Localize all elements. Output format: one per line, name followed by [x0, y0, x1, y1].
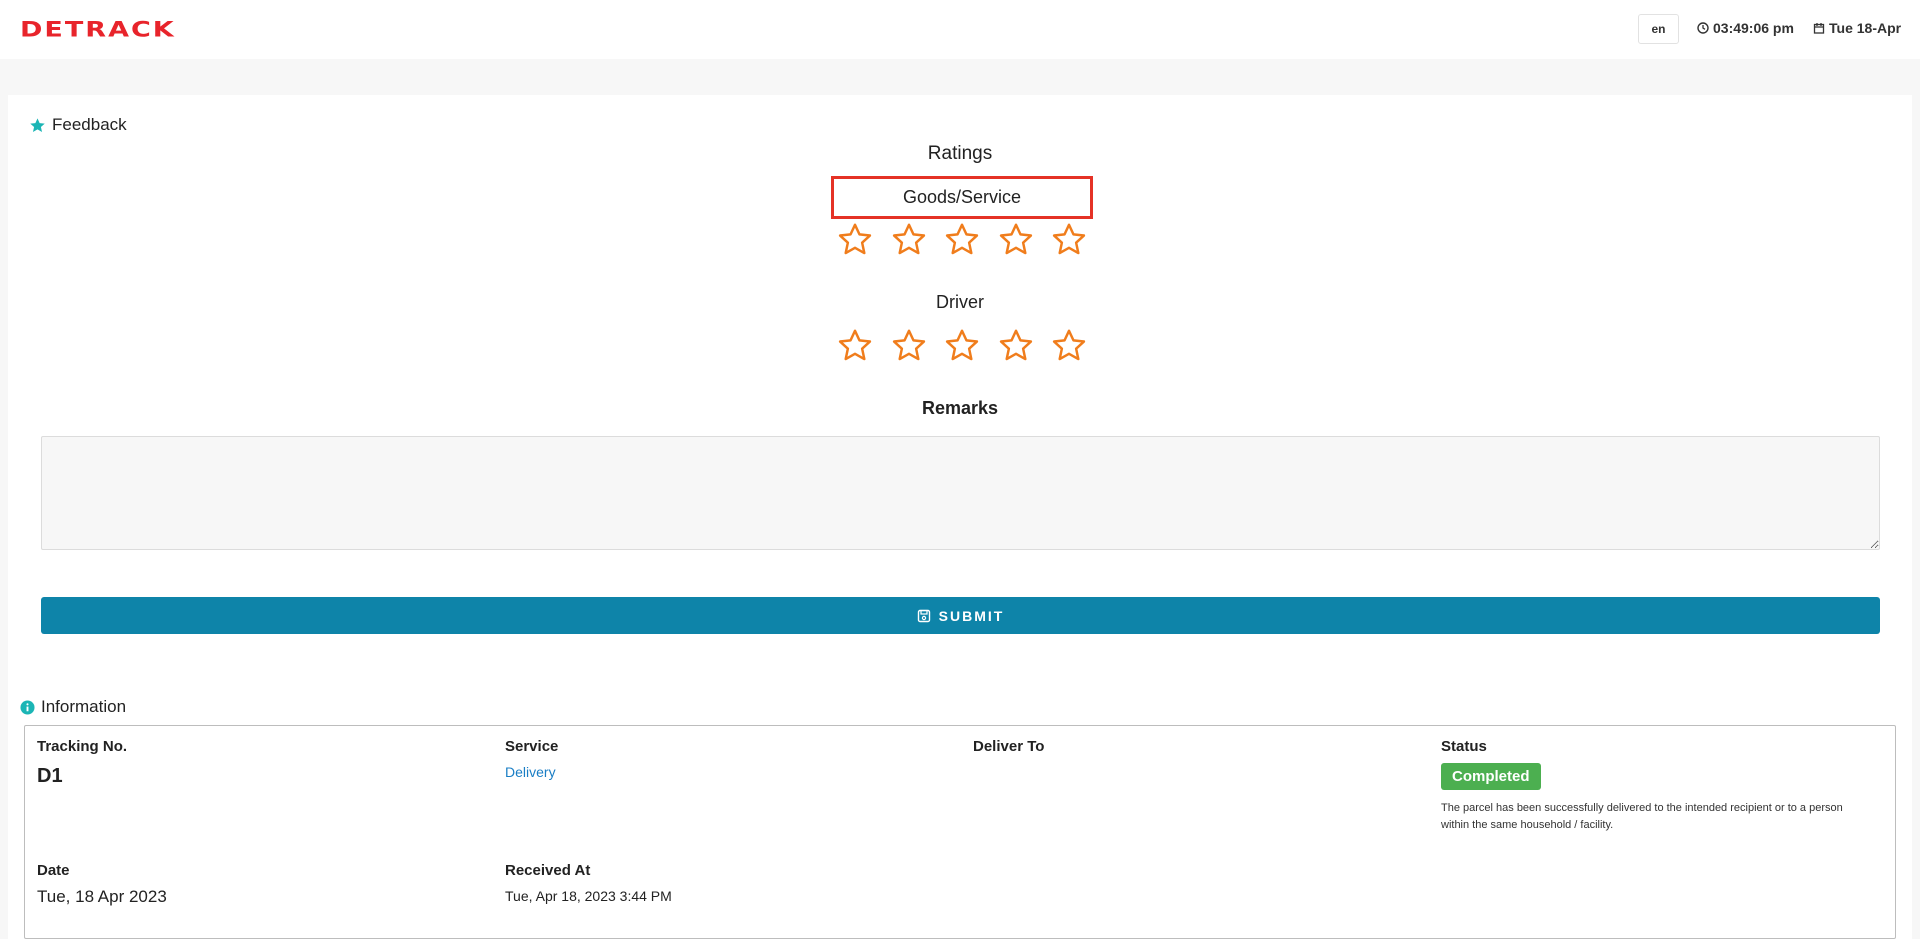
language-selector[interactable]: en	[1638, 14, 1679, 44]
deliver-to-field: Deliver To	[973, 738, 1044, 755]
goods-star-2-icon[interactable]	[890, 221, 928, 259]
submit-button[interactable]: SUBMIT	[41, 597, 1880, 634]
date-value: Tue, 18 Apr 2023	[37, 887, 167, 906]
service-field: Service Delivery	[505, 738, 558, 780]
tracking-label: Tracking No.	[37, 738, 128, 755]
goods-star-3-icon[interactable]	[943, 221, 981, 259]
save-icon	[917, 609, 930, 622]
info-icon	[20, 699, 35, 715]
service-value[interactable]: Delivery	[505, 764, 558, 780]
logo-text: DETRACK	[20, 17, 176, 42]
status-description: The parcel has been successfully deliver…	[1441, 802, 1843, 831]
information-title-text: Information	[41, 697, 127, 716]
driver-star-1-icon[interactable]	[836, 327, 874, 365]
feedback-section-title: Feedback	[29, 115, 127, 135]
status-label: Status	[1441, 738, 1487, 755]
driver-star-3-icon[interactable]	[943, 327, 981, 365]
remarks-label: Remarks	[921, 398, 999, 418]
detrack-logo[interactable]: DETRACK	[20, 16, 176, 43]
goods-star-4-icon[interactable]	[997, 221, 1035, 259]
driver-star-4-icon[interactable]	[997, 327, 1035, 365]
driver-star-2-icon[interactable]	[890, 327, 928, 365]
tracking-field: Tracking No. D1	[37, 738, 127, 788]
received-value: Tue, Apr 18, 2023 3:44 PM	[505, 888, 672, 904]
feedback-title-text: Feedback	[52, 115, 127, 134]
current-date: Tue 18-Apr	[1813, 20, 1901, 36]
goods-service-label: Goods/Service	[831, 176, 1093, 219]
driver-rating	[836, 327, 1088, 365]
driver-star-5-icon[interactable]	[1050, 327, 1088, 365]
driver-label: Driver	[936, 292, 984, 312]
status-badge: Completed	[1441, 763, 1541, 790]
remarks-input[interactable]	[41, 436, 1880, 550]
goods-star-5-icon[interactable]	[1050, 221, 1088, 259]
goods-star-1-icon[interactable]	[836, 221, 874, 259]
received-label: Received At	[505, 862, 591, 879]
date-text: Tue 18-Apr	[1829, 20, 1902, 36]
received-field: Received At Tue, Apr 18, 2023 3:44 PM	[505, 862, 672, 904]
deliver-to-label: Deliver To	[973, 738, 1045, 755]
service-label: Service	[505, 738, 559, 755]
goods-rating	[836, 221, 1088, 259]
star-icon	[30, 117, 45, 132]
submit-label: SUBMIT	[938, 607, 1005, 624]
app-header: DETRACK en 03:49:06 pm Tue 18-Apr	[0, 0, 1920, 59]
current-time: 03:49:06 pm	[1697, 20, 1794, 36]
status-field: Status Completed The parcel has been suc…	[1441, 738, 1861, 834]
tracking-value: D1	[37, 765, 63, 787]
clock-icon	[1697, 22, 1709, 34]
date-label: Date	[37, 862, 70, 879]
date-field: Date Tue, 18 Apr 2023	[37, 862, 167, 907]
information-section-title: Information	[20, 697, 126, 717]
ratings-heading: Ratings	[927, 143, 993, 164]
information-box: Tracking No. D1 Service Delivery Deliver…	[24, 725, 1896, 939]
calendar-icon	[1813, 23, 1825, 34]
time-text: 03:49:06 pm	[1713, 20, 1794, 36]
